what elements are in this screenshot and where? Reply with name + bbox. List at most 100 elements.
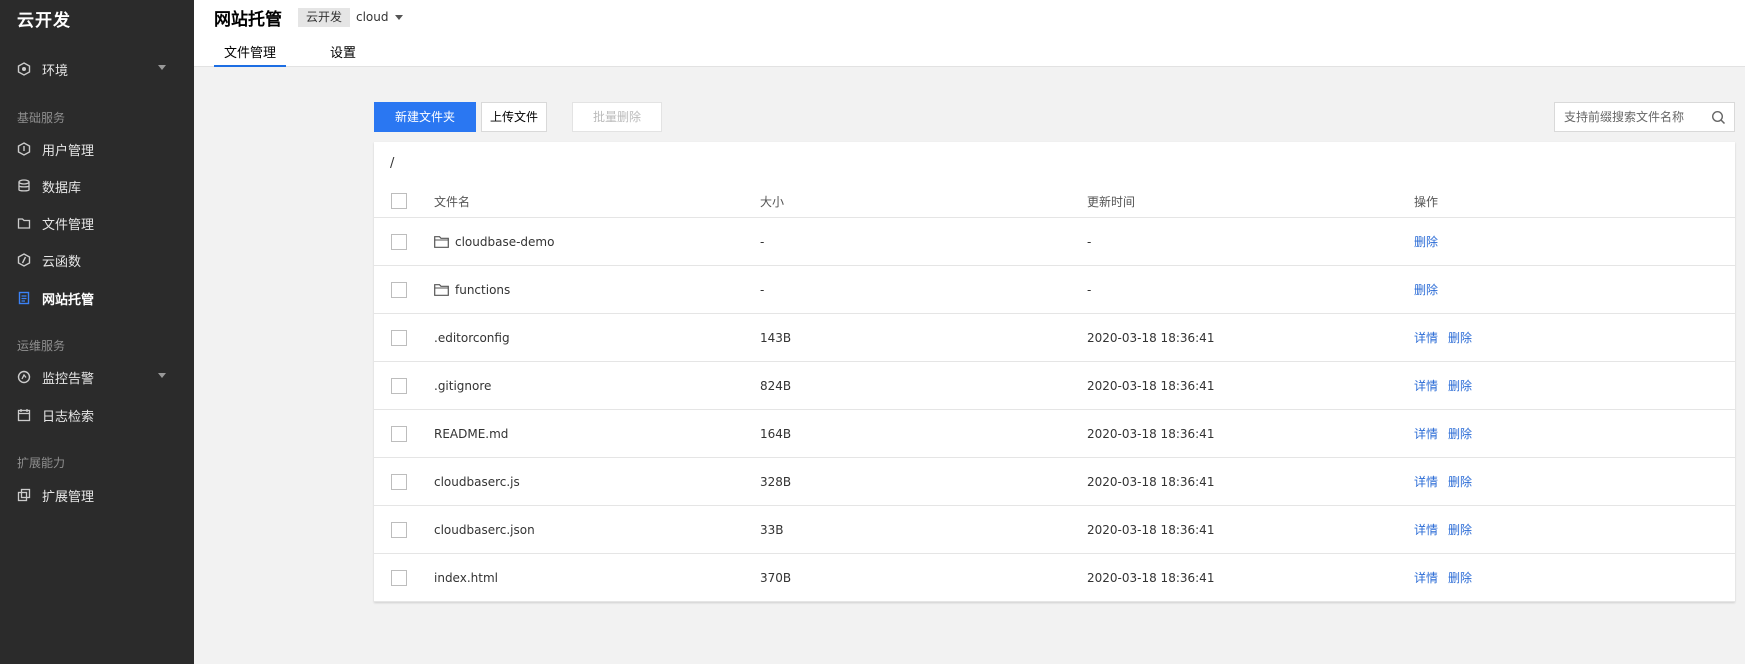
table-row[interactable]: README.md 164B 2020-03-18 18:36:41 详情 删除 (374, 410, 1735, 458)
batch-delete-button: 批量删除 (572, 102, 662, 132)
row-checkbox[interactable] (391, 233, 407, 250)
delete-link[interactable]: 删除 (1448, 425, 1472, 442)
select-all-checkbox[interactable] (391, 193, 407, 209)
row-checkbox[interactable] (391, 329, 407, 346)
file-size: - (760, 234, 765, 249)
row-actions: 详情 删除 (1414, 458, 1482, 505)
delete-link[interactable]: 删除 (1448, 377, 1472, 394)
column-header-size: 大小 (760, 194, 785, 209)
table-row[interactable]: functions - - 删除 (374, 266, 1735, 314)
detail-link[interactable]: 详情 (1414, 425, 1438, 442)
row-checkbox[interactable] (391, 425, 407, 442)
search-input[interactable] (1555, 110, 1705, 124)
detail-link[interactable]: 详情 (1414, 521, 1438, 538)
file-name: cloudbase-demo (455, 234, 555, 249)
file-updated-time: 2020-03-18 18:36:41 (1087, 522, 1215, 537)
file-name: cloudbaserc.json (434, 522, 535, 537)
sidebar-item-database[interactable]: 数据库 (0, 171, 194, 201)
row-checkbox[interactable] (391, 569, 407, 586)
file-updated-time: - (1087, 282, 1092, 297)
page-title: 网站托管 (214, 10, 282, 30)
new-folder-button[interactable]: 新建文件夹 (374, 102, 476, 132)
row-checkbox[interactable] (391, 473, 407, 490)
detail-link[interactable]: 详情 (1414, 329, 1438, 346)
file-size: 370B (760, 570, 792, 585)
delete-link[interactable]: 删除 (1414, 233, 1438, 250)
row-checkbox-cell (391, 266, 407, 313)
delete-link[interactable]: 删除 (1448, 473, 1472, 490)
detail-link[interactable]: 详情 (1414, 473, 1438, 490)
file-name-cell[interactable]: cloudbaserc.json (434, 506, 535, 553)
file-size: 164B (760, 426, 792, 441)
table-row[interactable]: .gitignore 824B 2020-03-18 18:36:41 详情 删除 (374, 362, 1735, 410)
file-name-cell[interactable]: functions (434, 266, 510, 313)
search-box (1554, 102, 1735, 132)
file-updated-time: 2020-03-18 18:36:41 (1087, 378, 1215, 393)
extension-icon (17, 488, 31, 502)
tab-file-management[interactable]: 文件管理 (214, 42, 287, 67)
table-row[interactable]: .editorconfig 143B 2020-03-18 18:36:41 详情 删除 (374, 314, 1735, 362)
table-row[interactable]: cloudbaserc.js 328B 2020-03-18 18:36:41 详情删… (374, 458, 1735, 506)
row-checkbox[interactable] (391, 521, 407, 538)
env-tag: 云开发 (298, 8, 351, 27)
table-row[interactable]: index.html 370B 2020-03-18 18:36:41 详情 删除 (374, 554, 1735, 602)
detail-link[interactable]: 详情 (1414, 569, 1438, 586)
file-updated-time: 2020-03-18 18:36:41 (1087, 330, 1215, 345)
file-updated-time: - (1087, 234, 1092, 249)
sidebar-item-monitor[interactable]: 监控告警 (0, 362, 194, 392)
env-selector[interactable]: 环境 (0, 54, 194, 84)
file-name-cell[interactable]: cloudbase-demo (434, 218, 554, 265)
row-actions: 详情 删除 (1414, 410, 1482, 457)
delete-link[interactable]: 删除 (1448, 329, 1472, 346)
sidebar-item-extensions[interactable]: 扩展管理 (0, 480, 194, 510)
row-actions: 删除 (1414, 218, 1448, 265)
row-checkbox-cell (391, 554, 407, 601)
file-name: .editorconfig (434, 330, 510, 345)
brand-logo: 云开发 (17, 11, 71, 31)
chevron-down-icon (158, 373, 166, 378)
file-updated-time: 2020-03-18 18:36:41 (1087, 426, 1215, 441)
current-path: / (390, 156, 395, 171)
row-checkbox-cell (391, 506, 407, 553)
file-name-cell[interactable]: README.md (434, 410, 508, 457)
sidebar: 云开发 环境 基础服务 用户管理 数据库 文件管理 云函数 网站托管 运维服务 … (0, 0, 194, 664)
upload-file-button[interactable]: 上传文件 (481, 102, 547, 132)
file-size: 328B (760, 474, 792, 489)
file-name: cloudbaserc.js (434, 474, 520, 489)
tab-settings[interactable]: 设置 (320, 42, 366, 67)
table-row[interactable]: cloudbase-demo - - 删除 (374, 218, 1735, 266)
sidebar-item-logs[interactable]: 日志检索 (0, 400, 194, 430)
folder-icon (17, 216, 31, 230)
row-checkbox[interactable] (391, 377, 407, 394)
file-name-cell[interactable]: .editorconfig (434, 314, 510, 361)
file-name-cell[interactable]: index.html (434, 554, 498, 601)
sidebar-item-files[interactable]: 文件管理 (0, 208, 194, 238)
sidebar-item-functions[interactable]: 云函数 (0, 245, 194, 275)
env-dropdown[interactable]: cloud (356, 8, 403, 27)
detail-link[interactable]: 详情 (1414, 377, 1438, 394)
row-checkbox-cell (391, 410, 407, 457)
delete-link[interactable]: 删除 (1448, 521, 1472, 538)
delete-link[interactable]: 删除 (1414, 281, 1438, 298)
table-row[interactable]: cloudbaserc.json 33B 2020-03-18 18:36:41 详情… (374, 506, 1735, 554)
row-checkbox-cell (391, 362, 407, 409)
file-table-panel: / 文件名 大小 更新时间 操作 cloudbase-demo - - 删除 funct… (374, 142, 1735, 602)
calendar-icon (17, 408, 31, 422)
delete-link[interactable]: 删除 (1448, 569, 1472, 586)
folder-icon (434, 283, 449, 296)
search-icon[interactable] (1711, 110, 1726, 125)
row-checkbox[interactable] (391, 281, 407, 298)
sidebar-item-hosting[interactable]: 网站托管 (0, 283, 194, 313)
sidebar-item-label: 数据库 (42, 180, 82, 196)
document-icon (17, 291, 31, 305)
sidebar-item-users[interactable]: 用户管理 (0, 134, 194, 164)
file-name: functions (455, 282, 511, 297)
column-header-time: 更新时间 (1087, 194, 1136, 209)
column-header-actions: 操作 (1414, 194, 1439, 209)
file-name-cell[interactable]: .gitignore (434, 362, 491, 409)
file-name-cell[interactable]: cloudbaserc.js (434, 458, 520, 505)
row-actions: 详情 删除 (1414, 362, 1482, 409)
sidebar-item-label: 文件管理 (42, 217, 95, 233)
row-actions: 详情 删除 (1414, 314, 1482, 361)
file-updated-time: 2020-03-18 18:36:41 (1087, 570, 1215, 585)
